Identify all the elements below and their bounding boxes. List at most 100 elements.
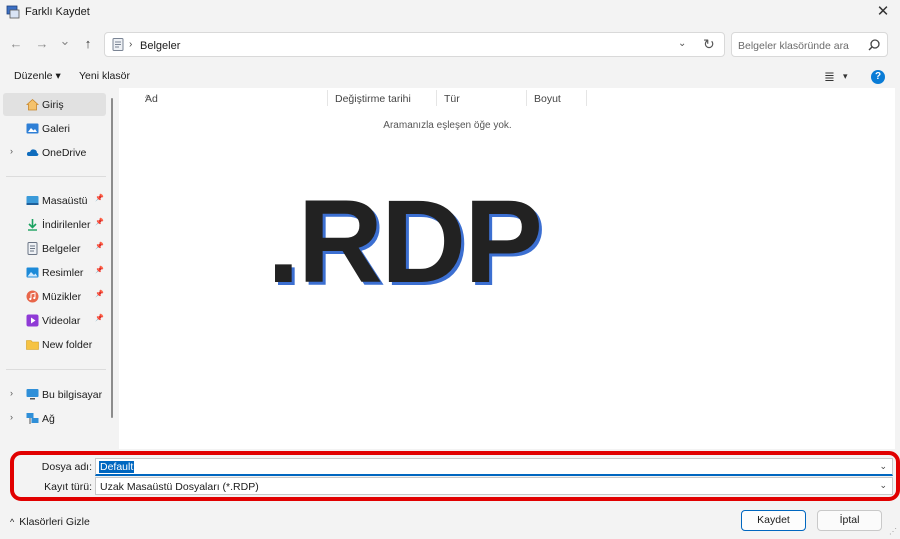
pictures-icon [26, 267, 39, 278]
file-name-value: Default [99, 461, 135, 473]
sidebar-item-label: Giriş [42, 99, 64, 111]
sidebar-item-pictures[interactable]: Resimler 📌 [3, 261, 106, 284]
sidebar-item-home[interactable]: Giriş [3, 93, 106, 116]
rdp-logo-text: .RDP [267, 176, 543, 308]
sidebar-item-network[interactable]: › Ağ [3, 407, 106, 430]
close-button[interactable]: ✕ [866, 0, 900, 24]
empty-results-message: Aramanızla eşleşen öğe yok. [383, 120, 512, 131]
expand-arrow-icon[interactable]: › [10, 146, 13, 156]
sidebar-item-music[interactable]: Müzikler 📌 [3, 285, 106, 308]
navigation-bar: ← → ⌄ ↑ › Belgeler ⌄ ↻ Belgeler klasörün… [0, 30, 900, 58]
sidebar-item-label: Müzikler [42, 291, 82, 303]
computer-icon [26, 389, 39, 400]
hide-folders-label: Klasörleri Gizle [19, 516, 90, 528]
sidebar-item-label: Masaüstü [42, 195, 88, 207]
pin-icon[interactable]: 📌 [95, 314, 104, 322]
new-folder-button[interactable]: Yeni klasör [79, 70, 130, 82]
sidebar-item-label: New folder [42, 339, 93, 351]
column-header-size[interactable]: Boyut [526, 88, 586, 108]
sort-ascending-icon: ^ [145, 93, 150, 103]
recent-locations-button[interactable]: ⌄ [55, 31, 75, 51]
address-dropdown-icon[interactable]: ⌄ [678, 38, 686, 49]
sidebar-item-new-folder[interactable]: New folder [3, 333, 106, 356]
arrow-right-icon: → [35, 36, 49, 51]
file-type-label: Kayıt türü: [44, 481, 92, 493]
file-type-value: Uzak Masaüstü Dosyaları (*.RDP) [100, 481, 259, 493]
back-button[interactable]: ← [6, 34, 26, 54]
search-placeholder: Belgeler klasöründe ara [738, 40, 849, 52]
sidebar-item-label: Bu bilgisayar [42, 389, 103, 401]
breadcrumb-separator: › [129, 39, 133, 50]
file-name-input[interactable]: Default ⌄ [95, 458, 893, 476]
organize-button[interactable]: Düzenle ▾ [14, 70, 61, 82]
search-input[interactable]: Belgeler klasöründe ara [731, 32, 888, 57]
file-list: Ad ^ Değiştirme tarihi Tür Boyut Aramanı… [119, 88, 895, 449]
sidebar-item-label: Galeri [42, 123, 71, 135]
sidebar-item-desktop[interactable]: Masaüstü 📌 [3, 189, 106, 212]
chevron-down-icon[interactable]: ⌄ [879, 461, 887, 472]
home-icon [26, 98, 39, 111]
sidebar-item-documents[interactable]: Belgeler 📌 [3, 237, 106, 260]
forward-button[interactable]: → [32, 34, 52, 54]
file-type-select[interactable]: Uzak Masaüstü Dosyaları (*.RDP) ⌄ [95, 477, 893, 495]
column-header-name[interactable]: Ad ^ [137, 88, 327, 108]
chevron-down-icon: ⌄ [59, 33, 71, 48]
column-size-label: Boyut [534, 93, 561, 105]
sidebar-item-label: Ağ [42, 413, 55, 425]
pin-icon[interactable]: 📌 [95, 194, 104, 202]
sidebar-item-onedrive[interactable]: › OneDrive [3, 141, 106, 164]
remote-desktop-icon [6, 5, 20, 19]
column-header-date[interactable]: Değiştirme tarihi [327, 88, 436, 108]
window-title: Farklı Kaydet [25, 6, 90, 18]
pin-icon[interactable]: 📌 [95, 266, 104, 274]
column-separator[interactable] [586, 90, 587, 106]
pin-icon[interactable]: 📌 [95, 242, 104, 250]
cloud-icon [26, 149, 39, 156]
expand-arrow-icon[interactable]: › [10, 412, 13, 422]
pin-icon[interactable]: 📌 [95, 290, 104, 298]
view-chevron-icon[interactable]: ▾ [843, 71, 848, 82]
chevron-up-icon: ^ [10, 517, 15, 527]
sidebar-item-videos[interactable]: Videolar 📌 [3, 309, 106, 332]
help-icon[interactable]: ? [871, 70, 885, 84]
command-bar: Düzenle ▾ Yeni klasör ≣ ▾ ? [0, 64, 900, 88]
download-icon [28, 219, 37, 231]
arrow-left-icon: ← [9, 36, 23, 51]
music-icon [26, 290, 39, 303]
view-options-icon[interactable]: ≣ [824, 69, 835, 85]
column-type-label: Tür [444, 93, 460, 105]
sidebar-item-label: İndirilenler [42, 219, 91, 231]
video-icon [26, 314, 39, 327]
network-icon [26, 413, 39, 424]
dialog-footer: ^ Klasörleri Gizle Kaydet İptal ⋰ [0, 501, 900, 539]
sidebar-item-gallery[interactable]: Galeri [3, 117, 106, 140]
chevron-down-icon[interactable]: ⌄ [879, 480, 887, 491]
navigation-pane: Giriş Galeri › OneDrive Masaüstü 📌 İndir… [0, 88, 119, 449]
desktop-icon [26, 196, 39, 205]
file-name-label: Dosya adı: [41, 461, 92, 473]
column-header-type[interactable]: Tür [436, 88, 526, 108]
sidebar-scrollbar[interactable] [111, 98, 113, 418]
sidebar-item-label: OneDrive [42, 147, 87, 159]
sidebar-item-this-pc[interactable]: › Bu bilgisayar [3, 383, 106, 406]
resize-grip-icon[interactable]: ⋰ [889, 527, 897, 536]
pin-icon[interactable]: 📌 [95, 218, 104, 226]
folder-icon [26, 340, 39, 350]
arrow-up-icon: ↑ [84, 36, 92, 51]
sidebar-item-downloads[interactable]: İndirilenler 📌 [3, 213, 106, 236]
refresh-icon[interactable]: ↻ [703, 36, 715, 53]
save-button[interactable]: Kaydet [741, 510, 806, 531]
address-bar[interactable]: › Belgeler ⌄ ↻ [104, 32, 725, 57]
search-icon[interactable] [867, 38, 881, 52]
up-button[interactable]: ↑ [78, 34, 98, 54]
title-bar: Farklı Kaydet ✕ [0, 0, 900, 24]
hide-folders-button[interactable]: ^ Klasörleri Gizle [10, 516, 90, 528]
cancel-button[interactable]: İptal [817, 510, 882, 531]
sidebar-divider [6, 369, 106, 370]
expand-arrow-icon[interactable]: › [10, 388, 13, 398]
column-date-label: Değiştirme tarihi [335, 93, 411, 105]
document-icon [27, 242, 38, 255]
sidebar-item-label: Videolar [42, 315, 81, 327]
file-options-panel: Dosya adı: Default ⌄ Kayıt türü: Uzak Ma… [0, 449, 900, 501]
breadcrumb-documents[interactable]: Belgeler [140, 40, 180, 52]
